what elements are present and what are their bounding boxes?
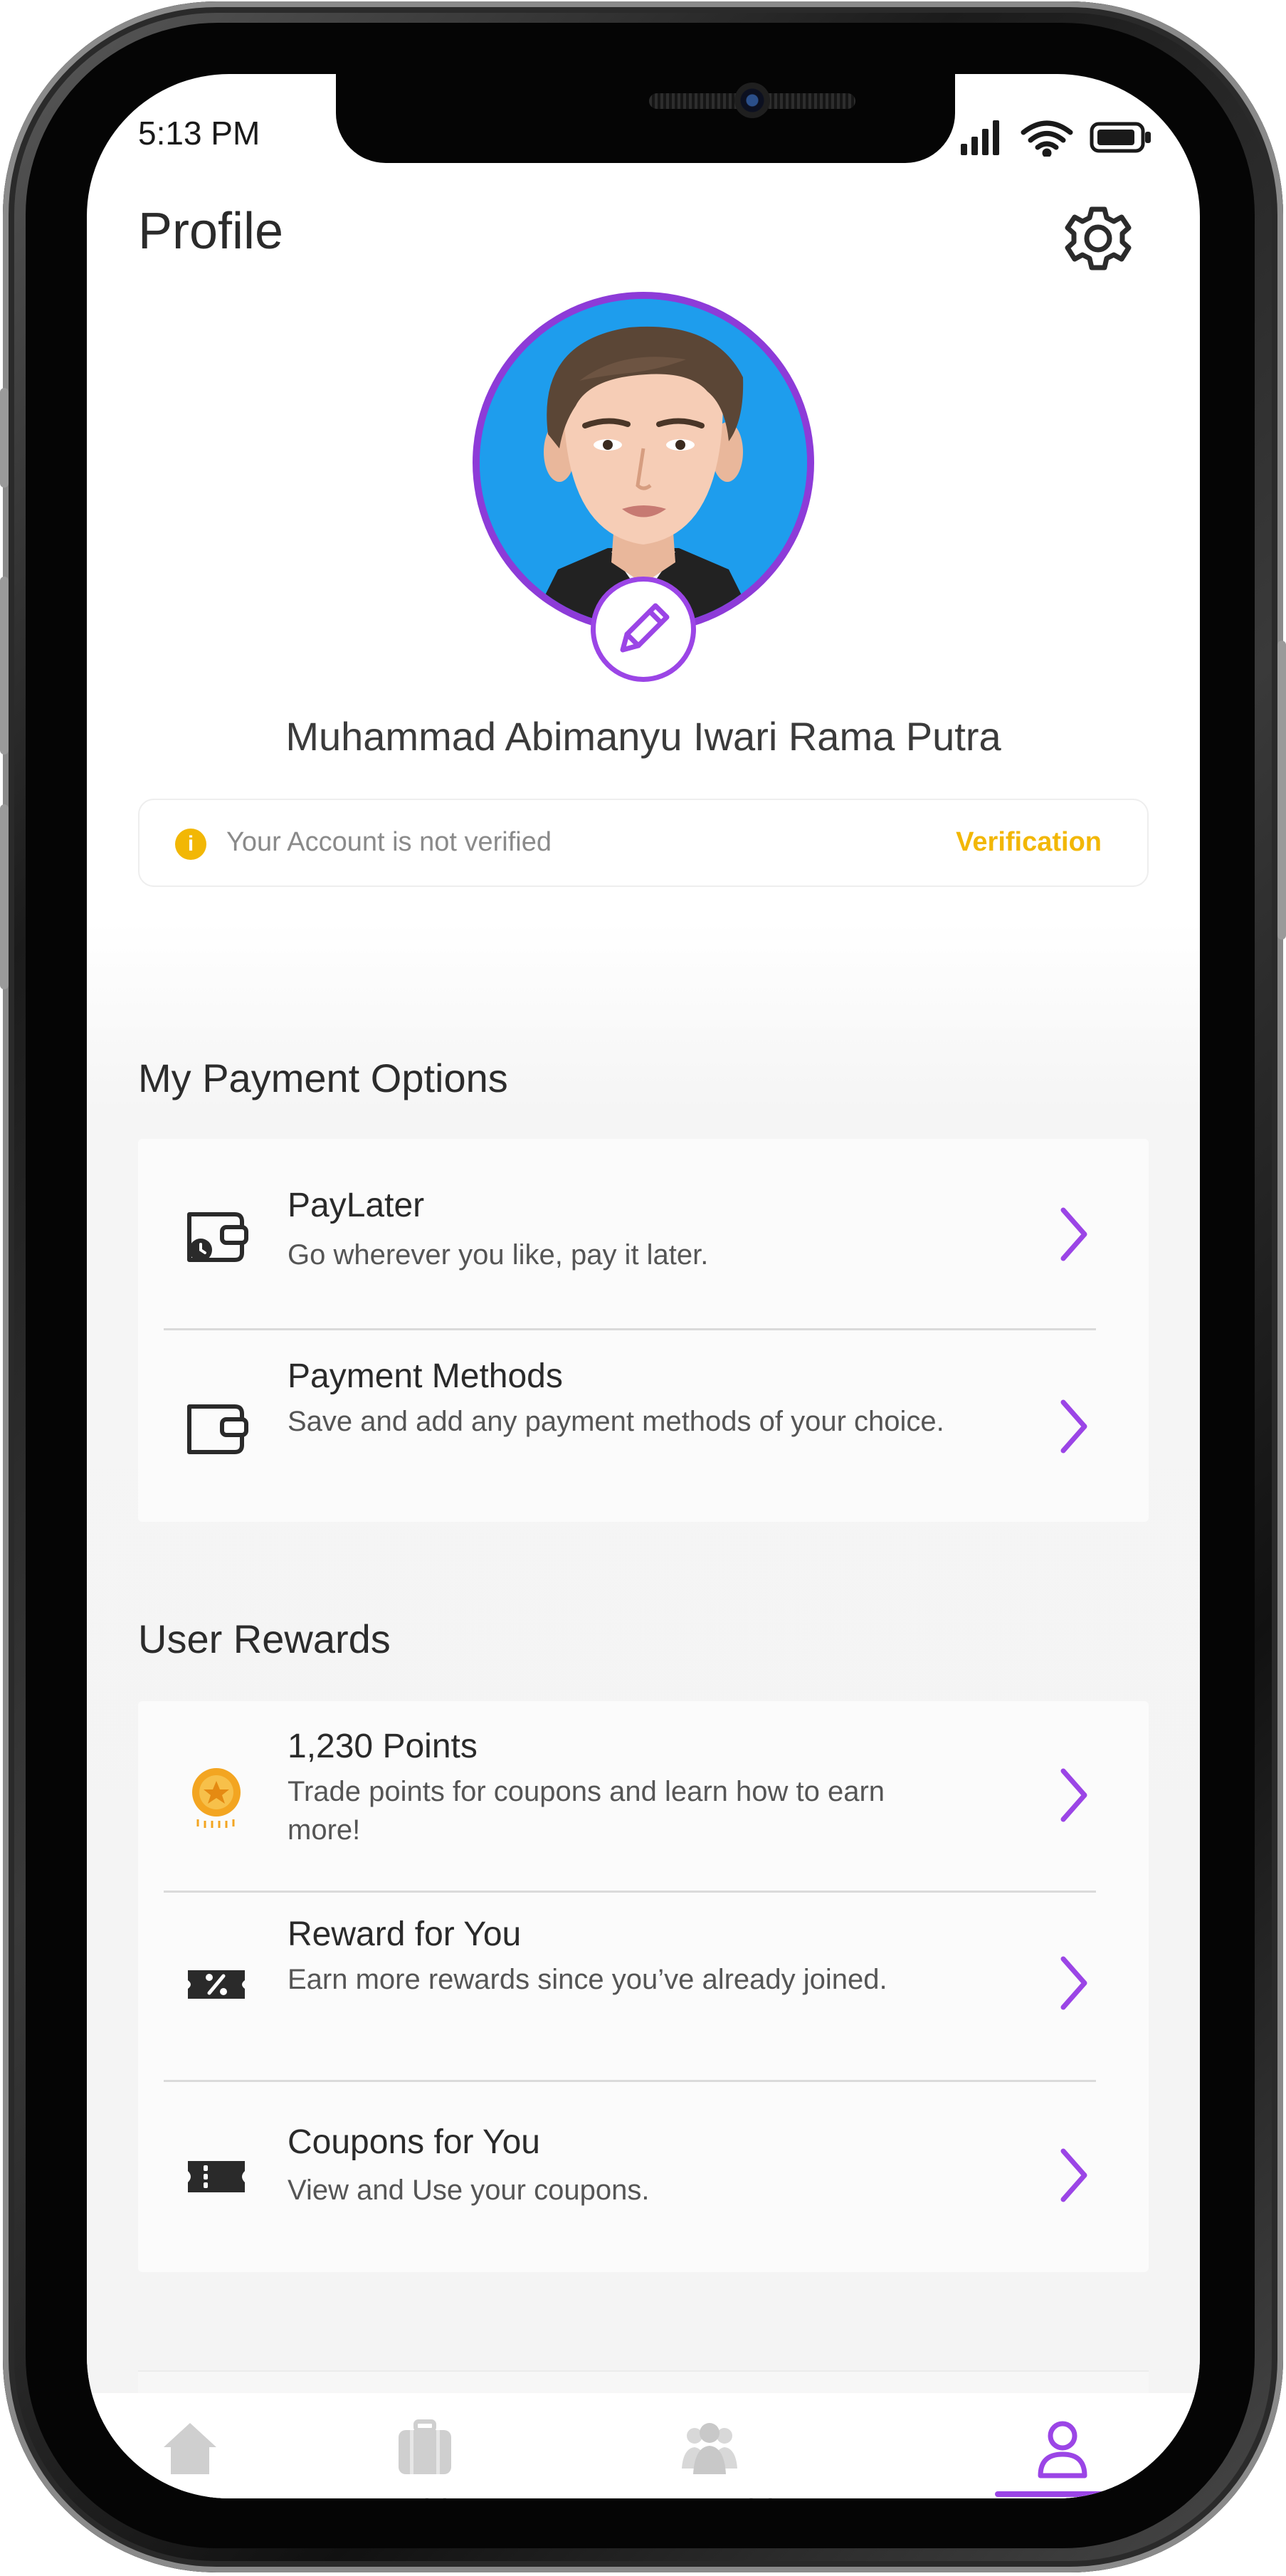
discount-ticket-icon: [188, 1970, 245, 1999]
points-title: 1,230 Points: [288, 1728, 478, 1765]
bottom-tab-bar: Home Booking Communities: [87, 2393, 1200, 2498]
tab-booking-label: Booking: [293, 2491, 557, 2498]
tab-communities[interactable]: Communities: [557, 2393, 863, 2498]
points-row[interactable]: 1,230 Points Trade points for coupons an…: [138, 1701, 1149, 1891]
power-button: [1277, 641, 1286, 940]
payment-methods-row[interactable]: Payment Methods Save and add any payment…: [138, 1331, 1149, 1522]
mute-switch: [0, 804, 9, 989]
page-title: Profile: [138, 203, 284, 260]
points-subtitle: Trade points for coupons and learn how t…: [288, 1776, 885, 1846]
chevron-right-icon: [1060, 1399, 1087, 1453]
row-divider: [164, 2080, 1096, 2082]
tab-booking[interactable]: Booking: [293, 2393, 557, 2498]
group-icon: [682, 2423, 737, 2474]
reward-title: Reward for You: [288, 1915, 522, 1953]
front-camera: [734, 83, 770, 118]
chevron-right-icon: [1060, 1768, 1087, 1822]
volume-up-button: [0, 388, 9, 488]
verification-banner: i Your Account is not verified Verificat…: [138, 799, 1149, 887]
battery-icon: [1090, 122, 1151, 153]
verification-message: Your Account is not verified: [226, 827, 552, 857]
tab-home-label: Home: [87, 2491, 293, 2498]
rewards-card: 1,230 Points Trade points for coupons an…: [138, 1701, 1149, 2272]
coupons-title: Coupons for You: [288, 2123, 540, 2161]
active-tab-indicator: [995, 2491, 1130, 2497]
reward-subtitle: Earn more rewards since you’ve already j…: [288, 1964, 887, 1995]
payment-methods-subtitle: Save and add any payment methods of your…: [288, 1406, 944, 1437]
chevron-right-icon: [1060, 1956, 1087, 2010]
payment-methods-title: Payment Methods: [288, 1357, 563, 1395]
wallet-icon: [187, 1404, 248, 1454]
tab-home[interactable]: Home: [87, 2393, 293, 2498]
tab-profile[interactable]: Profil: [995, 2393, 1130, 2498]
settings-gear-icon[interactable]: [1059, 201, 1137, 279]
reward-for-you-row[interactable]: Reward for You Earn more rewards since y…: [138, 1893, 1149, 2080]
pencil-icon: [620, 603, 670, 653]
coupon-icon: [188, 2161, 245, 2192]
home-icon: [164, 2423, 216, 2474]
status-icons: [961, 120, 1151, 157]
status-time: 5:13 PM: [138, 115, 260, 152]
user-icon: [1038, 2421, 1087, 2478]
paylater-title: PayLater: [288, 1187, 425, 1224]
info-icon: i: [175, 829, 206, 860]
coin-icon: [192, 1768, 241, 1828]
cellular-signal-icon: [961, 120, 999, 155]
rewards-section-title: User Rewards: [138, 1616, 391, 1661]
chevron-right-icon: [1060, 2148, 1087, 2202]
verification-link[interactable]: Verification: [956, 827, 1102, 858]
paylater-subtitle: Go wherever you like, pay it later.: [288, 1239, 709, 1271]
edit-avatar-button[interactable]: [591, 577, 696, 682]
row-divider: [164, 1891, 1096, 1893]
user-name: Muhammad Abimanyu Iwari Rama Putra: [285, 714, 1001, 759]
briefcase-icon: [399, 2419, 451, 2474]
payment-options-card: PayLater Go wherever you like, pay it la…: [138, 1139, 1149, 1522]
screen: 5:13 PM Profile Muhammad Abimanyu Iwari …: [87, 74, 1200, 2498]
paylater-row[interactable]: PayLater Go wherever you like, pay it la…: [138, 1139, 1149, 1328]
wallet-clock-icon: [187, 1212, 248, 1262]
coupons-row[interactable]: Coupons for You View and Use your coupon…: [138, 2083, 1149, 2272]
volume-down-button: [0, 577, 9, 755]
payment-section-title: My Payment Options: [138, 1056, 508, 1100]
tab-communities-label: Communities: [557, 2491, 863, 2498]
row-divider: [164, 1328, 1096, 1330]
coupons-subtitle: View and Use your coupons.: [288, 2175, 650, 2206]
wifi-icon: [1021, 120, 1073, 157]
notch: [336, 74, 955, 163]
chevron-right-icon: [1060, 1207, 1087, 1261]
